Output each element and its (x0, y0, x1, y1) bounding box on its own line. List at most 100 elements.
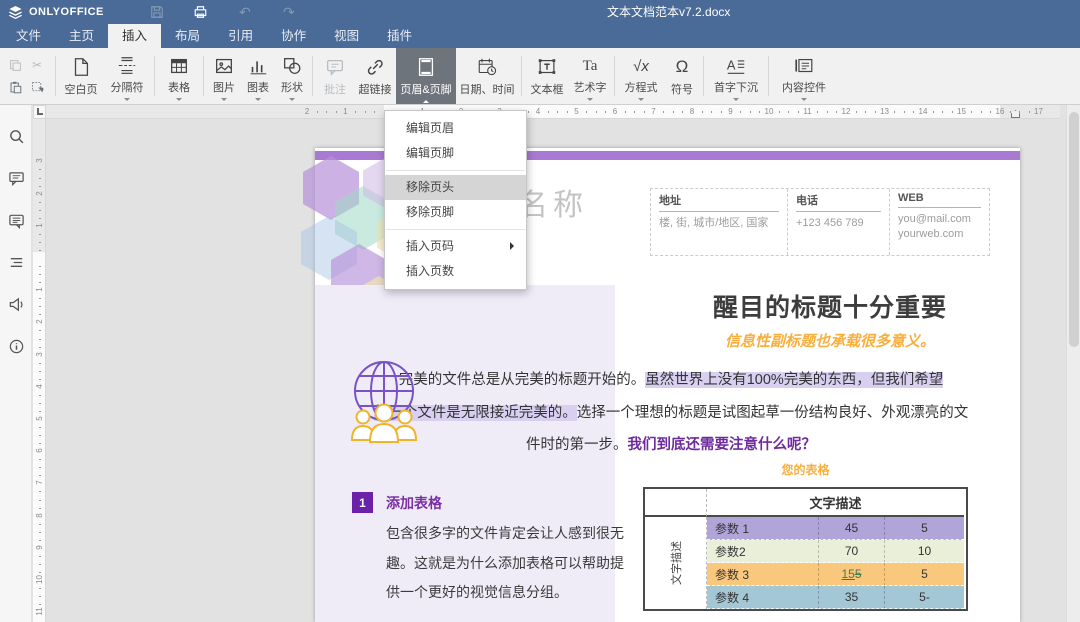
tab-view[interactable]: 视图 (320, 24, 373, 48)
table-cell[interactable]: 5 (884, 563, 964, 586)
section-number-badge: 1 (352, 492, 373, 513)
table-cell[interactable]: 70 (818, 540, 884, 563)
table-cell[interactable]: 参数 3 (707, 563, 818, 586)
toolbar-separator (614, 56, 615, 96)
navigation-icon[interactable] (0, 246, 32, 279)
feedback-icon[interactable] (0, 288, 32, 321)
section-body-text[interactable]: 包含很多字的文件肯定会让人感到很无趣。这就是为什么添加表格可以帮助提供一个更好的… (386, 519, 634, 608)
toolbar-separator (521, 56, 522, 96)
save-icon[interactable] (144, 3, 170, 21)
document-heading[interactable]: 醒目的标题十分重要 (645, 288, 1015, 324)
tab-collaboration[interactable]: 协作 (267, 24, 320, 48)
date-time-button[interactable]: 日期、时间 (456, 48, 518, 104)
menu-item-insert-page-count[interactable]: 插入页数 (385, 259, 526, 284)
breaks-button[interactable]: 分隔符 (103, 48, 151, 104)
table-cell[interactable]: 45 (818, 517, 884, 540)
tab-file[interactable]: 文件 (2, 24, 55, 48)
section-heading[interactable]: 添加表格 (386, 493, 442, 513)
tab-plugins[interactable]: 插件 (373, 24, 426, 48)
onlyoffice-logo-icon (8, 5, 23, 20)
header-footer-menu: 编辑页眉 编辑页脚 移除页头 移除页脚 插入页码 插入页数 (384, 110, 527, 290)
date-time-icon (476, 54, 499, 80)
table-cell[interactable]: 参数 1 (707, 517, 818, 540)
text-box-button[interactable]: 文本框 (525, 48, 569, 104)
table-cell[interactable]: 5 (884, 517, 964, 540)
menu-item-edit-header[interactable]: 编辑页眉 (385, 116, 526, 141)
breaks-icon (116, 54, 138, 78)
toolbar-separator (703, 56, 704, 96)
document-subheading[interactable]: 信息性副标题也承载很多意义。 (645, 330, 1015, 351)
scrollbar-thumb[interactable] (1069, 112, 1079, 347)
text-box-icon (536, 54, 558, 80)
vertical-scrollbar[interactable] (1066, 105, 1080, 622)
toolbar-separator (55, 56, 56, 96)
table-cell[interactable]: 5- (884, 586, 964, 609)
print-icon[interactable] (188, 3, 214, 21)
document-title: 文本文档范本v7.2.docx (607, 0, 730, 24)
equation-icon: √x (633, 54, 649, 78)
shapes-button[interactable]: 形状 (275, 48, 309, 104)
copy-icon[interactable] (4, 54, 26, 76)
tab-insert[interactable]: 插入 (108, 24, 161, 48)
tab-stop-selector[interactable] (33, 105, 46, 119)
word-art-button[interactable]: Ta 艺术字 (569, 48, 611, 104)
data-table[interactable]: 文字描述 文字描述 参数 1 45 5 参数2 70 10 参数 3 155 5… (643, 487, 968, 611)
blank-page-button[interactable]: 空白页 (59, 48, 103, 104)
menu-item-insert-page-number[interactable]: 插入页码 (385, 234, 526, 259)
paste-icon[interactable] (4, 76, 26, 98)
symbol-icon: Ω (676, 54, 689, 80)
chart-button[interactable]: 图表 (241, 48, 275, 104)
toolbar-separator (312, 56, 313, 96)
body-paragraph[interactable]: 完美的文件总是从完美的标题开始的。虽然世界上没有100%完美的东西，但我们希望 … (333, 364, 1009, 462)
contact-info-table[interactable]: 地址 楼, 街, 城市/地区, 国家 电话 +123 456 789 WEB y… (650, 188, 990, 256)
tab-layout[interactable]: 布局 (161, 24, 214, 48)
chevron-down-icon (638, 98, 644, 104)
table-cell[interactable]: 35 (818, 586, 884, 609)
tab-home[interactable]: 主页 (55, 24, 108, 48)
comments-icon[interactable] (0, 162, 32, 195)
cut-icon[interactable]: ✂ (26, 54, 48, 76)
chat-icon[interactable] (0, 204, 32, 237)
menu-item-remove-header[interactable]: 移除页头 (385, 175, 526, 200)
table-row-header: 文字描述 (645, 517, 707, 609)
chart-icon (247, 54, 269, 78)
table-cell[interactable]: 参数2 (707, 540, 818, 563)
app-name: ONLYOFFICE (29, 6, 104, 18)
equation-button[interactable]: √x 方程式 (618, 48, 664, 104)
undo-icon[interactable]: ↶ (232, 3, 258, 21)
comment-icon (324, 54, 346, 80)
table-cell-tracked-change[interactable]: 155 (818, 563, 884, 586)
comment-button: 批注 (316, 48, 354, 104)
drop-cap-button[interactable]: A 首字下沉 (707, 48, 765, 104)
table-column-header: 文字描述 (707, 489, 964, 517)
select-icon[interactable] (26, 76, 48, 98)
tab-references[interactable]: 引用 (214, 24, 267, 48)
content-control-button[interactable]: 内容控件 (772, 48, 836, 104)
search-icon[interactable] (0, 120, 32, 153)
highlighted-text: 虽然世界上没有100%完美的东西，但我们希望 (645, 372, 943, 388)
table-icon (168, 54, 190, 78)
about-icon[interactable] (0, 330, 32, 363)
globe-people-illustration (343, 356, 425, 449)
table-cell[interactable]: 10 (884, 540, 964, 563)
chevron-down-icon (587, 98, 593, 104)
table-cell[interactable]: 参数 4 (707, 586, 818, 609)
table-button[interactable]: 表格 (158, 48, 200, 104)
menu-item-remove-footer[interactable]: 移除页脚 (385, 200, 526, 225)
toolbar-separator (203, 56, 204, 96)
symbol-button[interactable]: Ω 符号 (664, 48, 700, 104)
menu-item-edit-footer[interactable]: 编辑页脚 (385, 141, 526, 166)
menu-divider (386, 170, 525, 171)
header-footer-button[interactable]: 页眉&页脚 (396, 48, 456, 104)
accent-text: 我们到底还需要注意什么呢？ (628, 437, 817, 453)
menu-tabbar: 文件 主页 插入 布局 引用 协作 视图 插件 (0, 24, 1080, 48)
vertical-ruler-text-zone (33, 252, 46, 622)
redo-icon[interactable]: ↷ (276, 3, 302, 21)
table-caption[interactable]: 您的表格 (643, 461, 968, 478)
hyperlink-icon (364, 54, 386, 80)
contact-column-phone: 电话 +123 456 789 (787, 189, 889, 255)
hyperlink-button[interactable]: 超链接 (354, 48, 396, 104)
blank-page-icon (70, 54, 92, 80)
svg-text:A: A (727, 58, 736, 73)
image-button[interactable]: 图片 (207, 48, 241, 104)
